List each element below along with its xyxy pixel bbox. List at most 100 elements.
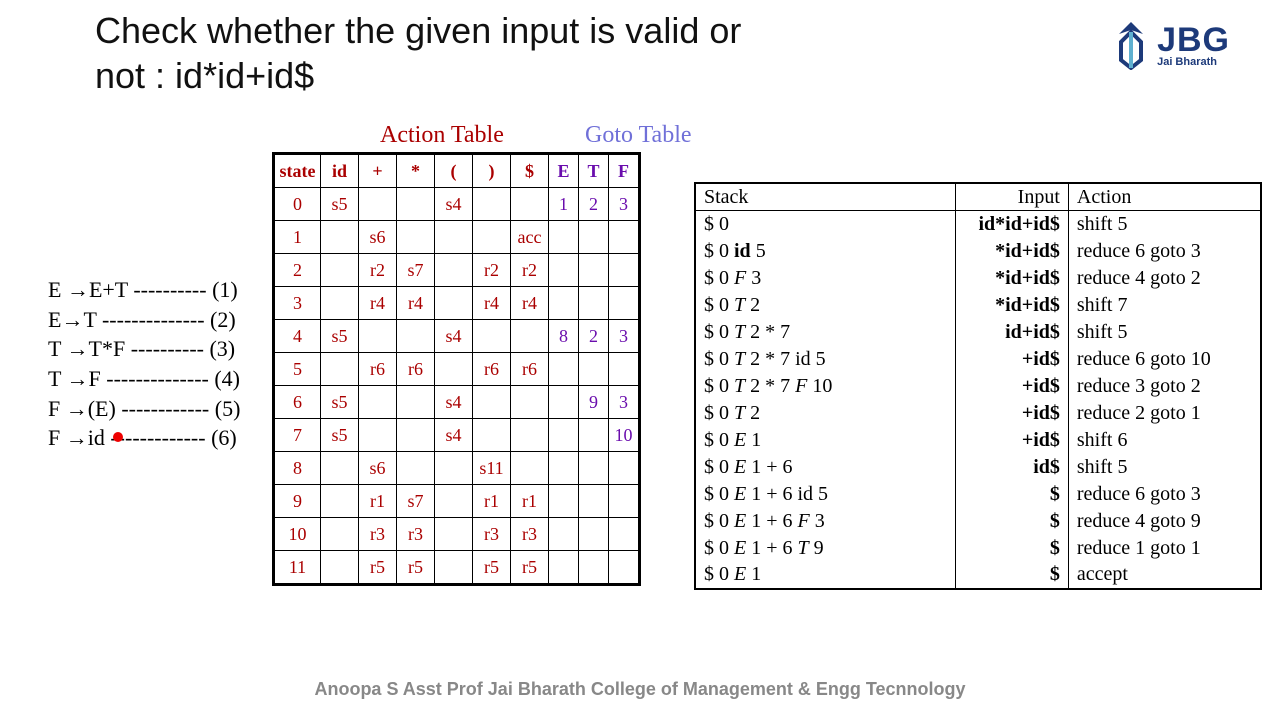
trace-header: Input bbox=[955, 184, 1068, 211]
parse-cell: r1 bbox=[511, 485, 549, 518]
parse-cell: 3 bbox=[609, 386, 639, 419]
parse-cell: 8 bbox=[549, 320, 579, 353]
parse-cell bbox=[579, 353, 609, 386]
trace-action: reduce 4 goto 2 bbox=[1068, 265, 1260, 292]
parse-cell: 0 bbox=[275, 188, 321, 221]
parse-header: ) bbox=[473, 155, 511, 188]
table-row: 7s5s410 bbox=[275, 419, 639, 452]
parse-cell bbox=[397, 188, 435, 221]
parse-cell bbox=[321, 287, 359, 320]
grammar-rule: F →id ------------- (6) bbox=[48, 423, 240, 453]
parse-cell: s6 bbox=[359, 452, 397, 485]
parse-cell: s7 bbox=[397, 254, 435, 287]
parse-cell: r4 bbox=[511, 287, 549, 320]
parse-cell: r3 bbox=[511, 518, 549, 551]
parse-cell bbox=[549, 518, 579, 551]
parse-cell: r2 bbox=[359, 254, 397, 287]
trace-action: shift 5 bbox=[1068, 319, 1260, 346]
table-row: $ 0 E 1 + 6 id 5$reduce 6 goto 3 bbox=[696, 481, 1261, 508]
table-row: $ 0 T 2 * 7 F 10+id$reduce 3 goto 2 bbox=[696, 373, 1261, 400]
parse-cell bbox=[435, 551, 473, 584]
trace-input: $ bbox=[955, 481, 1068, 508]
title-line2: not : id*id+id$ bbox=[95, 55, 314, 96]
parse-cell: 11 bbox=[275, 551, 321, 584]
parse-cell: r6 bbox=[511, 353, 549, 386]
parse-cell bbox=[609, 353, 639, 386]
trace-stack: $ 0 T 2 bbox=[696, 400, 956, 427]
parse-cell bbox=[435, 452, 473, 485]
trace-action: reduce 1 goto 1 bbox=[1068, 535, 1260, 562]
table-row: $ 0 T 2 * 7id+id$shift 5 bbox=[696, 319, 1261, 346]
parse-cell bbox=[397, 221, 435, 254]
trace-action: reduce 2 goto 1 bbox=[1068, 400, 1260, 427]
parse-cell bbox=[609, 551, 639, 584]
table-row: $ 0 E 1 + 6 F 3$reduce 4 goto 9 bbox=[696, 508, 1261, 535]
goto-table-title: Goto Table bbox=[585, 122, 692, 149]
grammar-rules: E →E+T ---------- (1)E→T -------------- … bbox=[48, 275, 240, 453]
parse-cell: 3 bbox=[609, 320, 639, 353]
parse-table: stateid+*()$ETF0s5s41231s6acc2r2s7r2r23r… bbox=[272, 152, 641, 586]
parse-cell: 1 bbox=[549, 188, 579, 221]
title-line1: Check whether the given input is valid o… bbox=[95, 10, 741, 51]
parse-header: $ bbox=[511, 155, 549, 188]
parse-cell: r5 bbox=[473, 551, 511, 584]
page-title: Check whether the given input is valid o… bbox=[95, 8, 741, 98]
parse-cell: s6 bbox=[359, 221, 397, 254]
parse-cell: r5 bbox=[359, 551, 397, 584]
parse-cell bbox=[321, 518, 359, 551]
trace-action: shift 7 bbox=[1068, 292, 1260, 319]
parse-header: ( bbox=[435, 155, 473, 188]
parse-cell bbox=[549, 353, 579, 386]
parse-cell bbox=[473, 320, 511, 353]
parse-cell: 6 bbox=[275, 386, 321, 419]
trace-stack: $ 0 bbox=[696, 211, 956, 238]
trace-stack: $ 0 T 2 * 7 id 5 bbox=[696, 346, 956, 373]
parse-cell: 3 bbox=[275, 287, 321, 320]
table-row: 3r4r4r4r4 bbox=[275, 287, 639, 320]
parse-cell bbox=[609, 518, 639, 551]
parse-cell: r5 bbox=[397, 551, 435, 584]
parse-cell: 9 bbox=[579, 386, 609, 419]
parse-cell: s4 bbox=[435, 386, 473, 419]
parse-cell: 7 bbox=[275, 419, 321, 452]
parse-cell bbox=[435, 353, 473, 386]
trace-action: reduce 3 goto 2 bbox=[1068, 373, 1260, 400]
parse-cell bbox=[549, 386, 579, 419]
parse-cell bbox=[473, 386, 511, 419]
parse-header: * bbox=[397, 155, 435, 188]
parse-cell: r1 bbox=[359, 485, 397, 518]
grammar-rule: F →(E) ------------ (5) bbox=[48, 394, 240, 424]
trace-action: accept bbox=[1068, 562, 1260, 589]
parse-header: T bbox=[579, 155, 609, 188]
parse-cell bbox=[549, 254, 579, 287]
parse-cell bbox=[321, 551, 359, 584]
logo: JBG Jai Bharath bbox=[1113, 20, 1230, 70]
parse-header: F bbox=[609, 155, 639, 188]
trace-stack: $ 0 E 1 + 6 bbox=[696, 454, 956, 481]
parse-cell bbox=[579, 518, 609, 551]
trace-header: Stack bbox=[696, 184, 956, 211]
table-row: 11r5r5r5r5 bbox=[275, 551, 639, 584]
parse-cell bbox=[609, 452, 639, 485]
table-row: $ 0 E 1 + 6id$shift 5 bbox=[696, 454, 1261, 481]
trace-input: $ bbox=[955, 562, 1068, 589]
trace-input: id+id$ bbox=[955, 319, 1068, 346]
trace-input: *id+id$ bbox=[955, 238, 1068, 265]
trace-input: +id$ bbox=[955, 346, 1068, 373]
parse-cell bbox=[609, 254, 639, 287]
trace-stack: $ 0 T 2 * 7 F 10 bbox=[696, 373, 956, 400]
grammar-rule: E→T -------------- (2) bbox=[48, 305, 240, 335]
parse-cell bbox=[359, 386, 397, 419]
parse-cell: 1 bbox=[275, 221, 321, 254]
parse-cell bbox=[579, 419, 609, 452]
parse-trace-table: StackInputAction$ 0id*id+id$shift 5$ 0 i… bbox=[694, 182, 1262, 590]
table-row: $ 0 T 2+id$reduce 2 goto 1 bbox=[696, 400, 1261, 427]
parse-cell bbox=[321, 221, 359, 254]
parse-cell bbox=[511, 320, 549, 353]
parse-cell bbox=[359, 188, 397, 221]
parse-cell bbox=[473, 188, 511, 221]
trace-stack: $ 0 F 3 bbox=[696, 265, 956, 292]
trace-stack: $ 0 E 1 + 6 T 9 bbox=[696, 535, 956, 562]
parse-cell bbox=[511, 386, 549, 419]
parse-cell bbox=[435, 287, 473, 320]
